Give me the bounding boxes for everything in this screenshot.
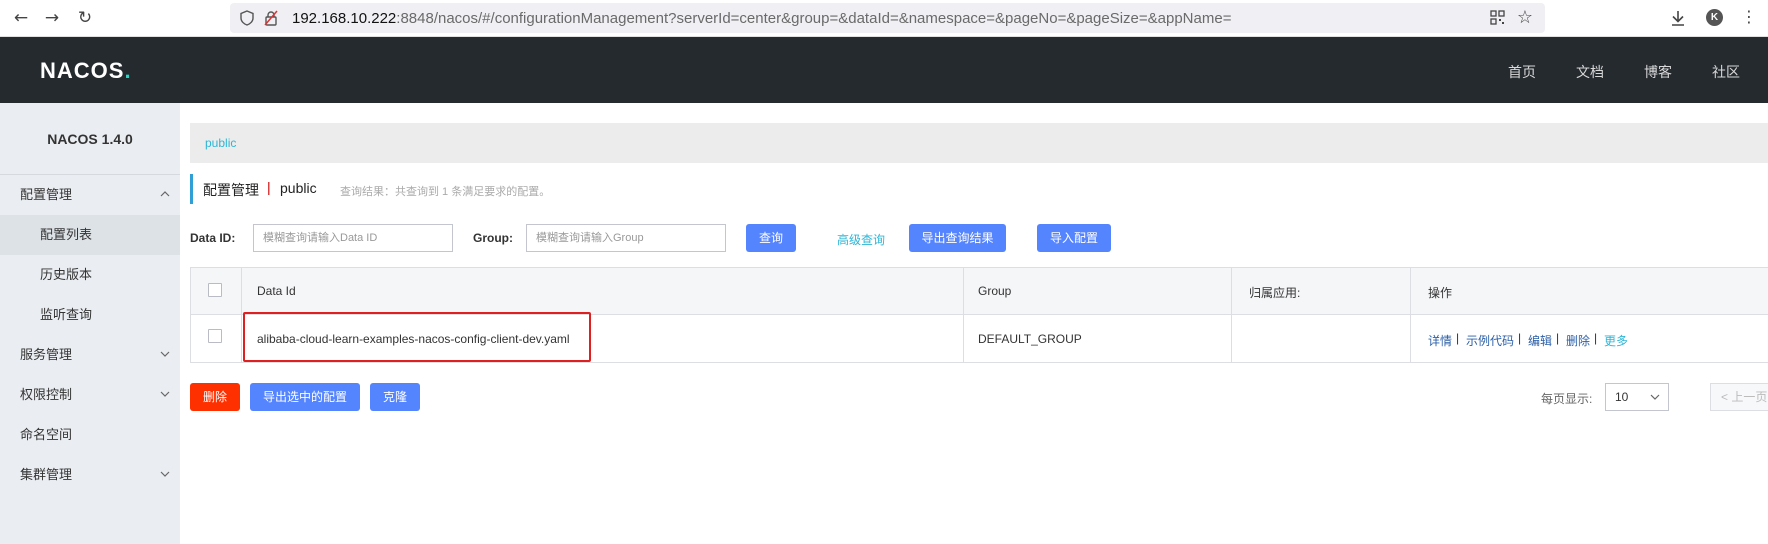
clone-button[interactable]: 克隆: [370, 383, 420, 411]
sidebar: NACOS 1.4.0 配置管理 配置列表 历史版本 监听查询 服务管理 权限控…: [0, 103, 180, 544]
title-namespace: public: [280, 180, 317, 196]
prev-page-button[interactable]: < 上一页: [1710, 383, 1768, 411]
group-input[interactable]: [526, 224, 726, 252]
op-separator: |: [1594, 331, 1598, 345]
op-separator: |: [1456, 331, 1460, 345]
op-edit-link[interactable]: 编辑: [1528, 332, 1552, 349]
shield-icon[interactable]: [240, 10, 254, 26]
column-divider: [241, 268, 242, 362]
nav-blog[interactable]: 博客: [1644, 62, 1672, 82]
insecure-lock-icon[interactable]: [264, 10, 278, 26]
column-divider: [1231, 268, 1232, 362]
chevron-down-icon: [160, 391, 170, 397]
table-header: Data Id Group 归属应用: 操作: [191, 268, 1768, 315]
sidebar-item-namespace[interactable]: 命名空间: [0, 415, 180, 455]
sidebar-item-access-control[interactable]: 权限控制: [0, 375, 180, 415]
advanced-query-link[interactable]: 高级查询: [837, 231, 885, 248]
chevron-up-icon: [160, 191, 170, 197]
op-delete-link[interactable]: 删除: [1566, 332, 1590, 349]
nav-home[interactable]: 首页: [1508, 62, 1536, 82]
address-bar[interactable]: 192.168.10.222:8848/nacos/#/configuratio…: [230, 3, 1545, 33]
qr-code-icon[interactable]: [1490, 10, 1505, 25]
sidebar-item-cluster-management[interactable]: 集群管理: [0, 455, 180, 495]
highlight-box: [243, 312, 591, 362]
browser-toolbar: ← → ↻ 192.168.10.222:8848/nacos/#/config…: [0, 0, 1768, 37]
url-path: :8848/nacos/#/configurationManagement?se…: [396, 10, 1232, 27]
op-more-link[interactable]: 更多: [1604, 332, 1628, 349]
title-separator: |: [267, 179, 271, 195]
title-accent-bar: [190, 174, 193, 204]
query-button[interactable]: 查询: [746, 224, 796, 252]
page-size-select[interactable]: 10: [1605, 383, 1669, 411]
chevron-down-icon: [160, 471, 170, 477]
sidebar-item-config-list[interactable]: 配置列表: [0, 215, 180, 255]
avatar[interactable]: K: [1706, 9, 1723, 26]
page-size-label: 每页显示:: [1541, 392, 1593, 406]
import-config-button[interactable]: 导入配置: [1037, 224, 1111, 252]
data-id-label: Data ID:: [190, 231, 236, 245]
app-header: NACOS. 首页 文档 博客 社区: [0, 37, 1768, 103]
download-icon[interactable]: [1668, 8, 1688, 28]
version-label: NACOS 1.4.0: [0, 103, 180, 175]
export-results-button[interactable]: 导出查询结果: [909, 224, 1006, 252]
sidebar-item-listener-query[interactable]: 监听查询: [0, 295, 180, 335]
export-selected-button[interactable]: 导出选中的配置: [250, 383, 360, 411]
namespace-bar: public: [190, 123, 1768, 163]
column-divider: [963, 268, 964, 362]
row-group: DEFAULT_GROUP: [978, 332, 1082, 346]
url-host: 192.168.10.222: [292, 10, 397, 27]
delete-button[interactable]: 删除: [190, 383, 240, 411]
column-divider: [1410, 268, 1411, 362]
chevron-down-icon: [160, 351, 170, 357]
group-label: Group:: [473, 231, 513, 245]
row-checkbox[interactable]: [208, 329, 222, 343]
result-hint: 查询结果：共查询到 1 条满足要求的配置。: [340, 186, 551, 198]
header-data-id[interactable]: Data Id: [257, 284, 296, 298]
page-title-row: 配置管理 | public 查询结果：共查询到 1 条满足要求的配置。: [190, 174, 1190, 204]
page-title: 配置管理: [203, 182, 259, 198]
back-icon[interactable]: ←: [11, 8, 31, 28]
data-id-input[interactable]: [253, 224, 453, 252]
nav-docs[interactable]: 文档: [1576, 62, 1604, 82]
url-text[interactable]: 192.168.10.222:8848/nacos/#/configuratio…: [292, 10, 1231, 27]
sidebar-item-config-management[interactable]: 配置管理: [0, 175, 180, 215]
reload-icon[interactable]: ↻: [75, 8, 95, 28]
nav-community[interactable]: 社区: [1712, 62, 1740, 82]
sidebar-item-service-management[interactable]: 服务管理: [0, 335, 180, 375]
header-app[interactable]: 归属应用:: [1249, 284, 1300, 301]
config-table: Data Id Group 归属应用: 操作 alibaba-cloud-lea…: [190, 267, 1768, 363]
menu-icon[interactable]: ⋮: [1741, 7, 1757, 27]
namespace-tab-public[interactable]: public: [205, 136, 236, 150]
chevron-down-icon: [1650, 394, 1660, 400]
header-actions: 操作: [1428, 286, 1453, 300]
nacos-logo[interactable]: NACOS.: [40, 58, 132, 84]
star-icon[interactable]: ☆: [1517, 8, 1533, 28]
op-separator: |: [1518, 331, 1522, 345]
op-sample-code-link[interactable]: 示例代码: [1466, 332, 1514, 349]
sidebar-item-history[interactable]: 历史版本: [0, 255, 180, 295]
op-separator: |: [1556, 331, 1560, 345]
forward-icon[interactable]: →: [42, 8, 62, 28]
select-all-checkbox[interactable]: [208, 283, 222, 297]
op-detail-link[interactable]: 详情: [1428, 332, 1452, 349]
header-group[interactable]: Group: [978, 284, 1011, 298]
